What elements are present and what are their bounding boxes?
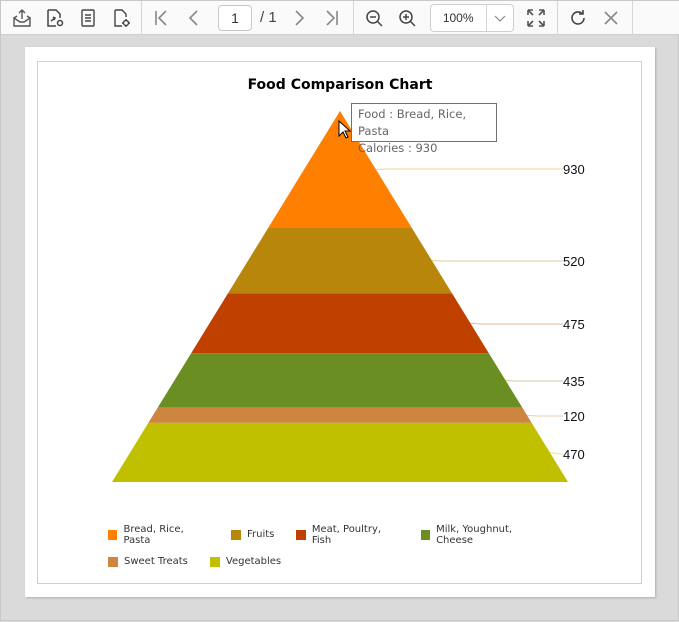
pyramid-segment-6[interactable] — [112, 423, 568, 482]
mouse-cursor-icon — [338, 120, 352, 140]
legend-item[interactable]: Vegetables — [210, 556, 281, 567]
data-label: 475 — [563, 317, 585, 332]
legend-label: Vegetables — [226, 556, 281, 567]
tooltip-food: Food : Bread, Rice, Pasta — [358, 106, 490, 140]
legend-item[interactable]: Bread, Rice, Pasta — [108, 524, 209, 546]
legend-swatch — [421, 530, 430, 540]
legend-swatch — [108, 530, 117, 540]
legend-swatch — [296, 530, 305, 540]
legend-swatch — [231, 530, 241, 540]
legend-label: Meat, Poultry, Fish — [312, 524, 399, 546]
data-label: 520 — [563, 254, 585, 269]
pyramid-segment-2[interactable] — [228, 228, 452, 293]
legend-label: Milk, Youghnut, Cheese — [436, 524, 546, 546]
legend-swatch — [108, 557, 118, 567]
data-label: 120 — [563, 409, 585, 424]
legend-item[interactable]: Meat, Poultry, Fish — [296, 524, 398, 546]
legend-row: Sweet Treats Vegetables — [108, 548, 568, 575]
pyramid-segment-5[interactable] — [148, 408, 531, 423]
connector-line — [550, 452, 563, 454]
data-label: 435 — [563, 374, 585, 389]
chart-title: Food Comparison Chart — [248, 77, 433, 93]
data-label: 930 — [563, 162, 585, 177]
tooltip-calories: Calories : 930 — [358, 140, 490, 157]
pyramid-segment-3[interactable] — [191, 293, 489, 353]
connector-line — [470, 323, 563, 324]
chart-tooltip: Food : Bread, Rice, Pasta Calories : 930 — [351, 103, 497, 142]
pyramid-segment-4[interactable] — [158, 353, 523, 408]
legend-item[interactable]: Fruits — [231, 529, 274, 540]
chart-legend: Bread, Rice, Pasta Fruits Meat, Poultry, F… — [108, 521, 568, 575]
legend-label: Sweet Treats — [124, 556, 188, 567]
legend-label: Bread, Rice, Pasta — [123, 524, 209, 546]
legend-row: Bread, Rice, Pasta Fruits Meat, Poultry, F… — [108, 521, 568, 548]
legend-label: Fruits — [247, 529, 274, 540]
legend-item[interactable]: Milk, Youghnut, Cheese — [421, 524, 546, 546]
data-label: 470 — [563, 447, 585, 462]
legend-swatch — [210, 557, 220, 567]
legend-item[interactable]: Sweet Treats — [108, 556, 188, 567]
connector-line — [506, 380, 563, 381]
connector-line — [527, 415, 563, 416]
